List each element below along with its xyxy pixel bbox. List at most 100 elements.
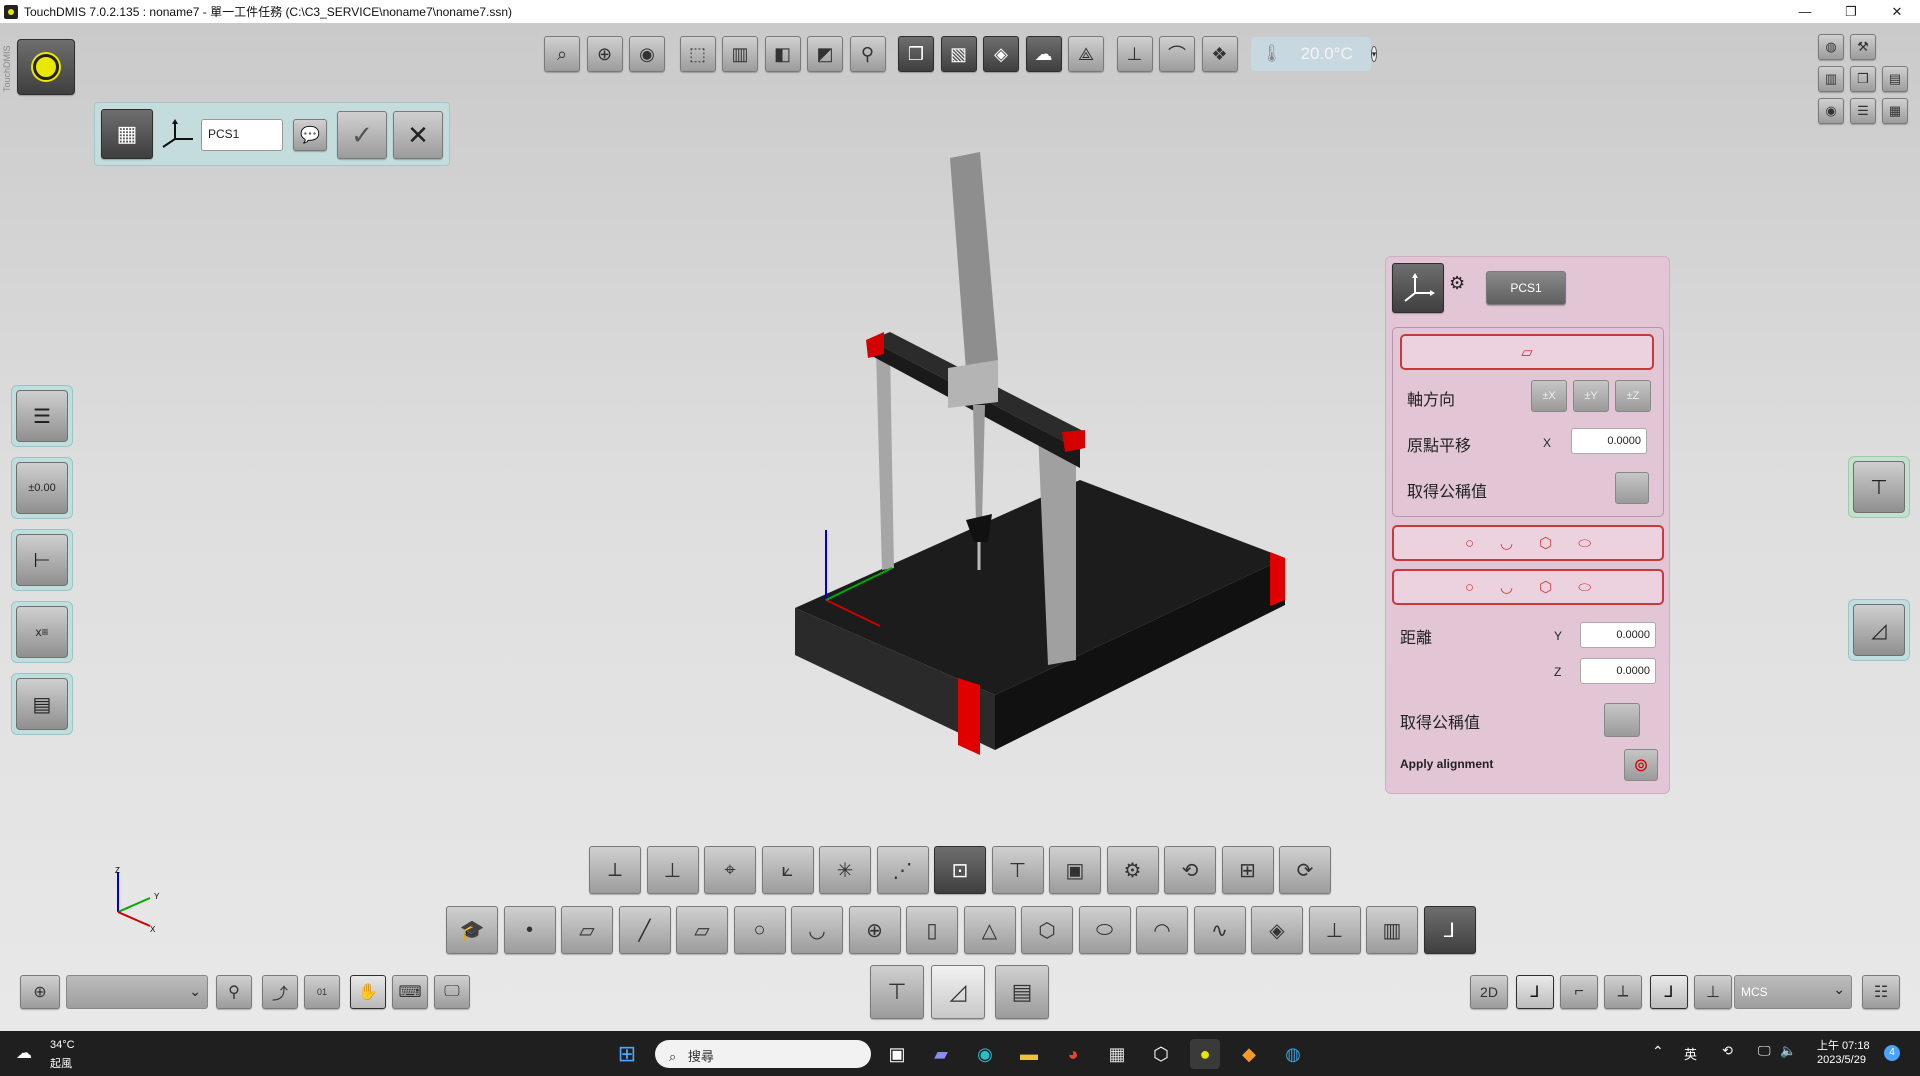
- plane-feature-button[interactable]: ▱: [561, 906, 613, 954]
- report-tool-button[interactable]: ▤: [995, 965, 1049, 1019]
- feature-select-row-2[interactable]: ○ ◡ ⬡ ⬭: [1392, 569, 1664, 605]
- slot-feature-button[interactable]: ⬭: [1078, 906, 1131, 954]
- view-pcs-button[interactable]: ⅃: [1516, 975, 1554, 1009]
- cancel-button[interactable]: ✕: [393, 111, 443, 159]
- recall-button[interactable]: ⟲: [1164, 846, 1216, 894]
- probe-tool-button[interactable]: ⊤: [870, 965, 924, 1019]
- eye-button[interactable]: ◉: [1818, 98, 1844, 124]
- alignment-axis-button[interactable]: [1392, 263, 1444, 313]
- side-xyz-button[interactable]: x≡: [11, 601, 73, 663]
- reset-alignment-button[interactable]: ⟳: [1279, 846, 1331, 894]
- view-mesh-button[interactable]: ⟁: [1068, 36, 1104, 72]
- cube-button[interactable]: ❒: [1850, 66, 1876, 92]
- confirm-button[interactable]: ✓: [337, 111, 387, 159]
- tray-chevron-icon[interactable]: ⌃: [1652, 1043, 1664, 1060]
- manual-mode-button[interactable]: ✋: [350, 975, 386, 1009]
- align-best-fit-button[interactable]: ✳: [819, 846, 871, 894]
- input-language[interactable]: 英: [1684, 1044, 1697, 1063]
- arm-button[interactable]: ⌒: [1159, 36, 1195, 72]
- coordinate-system-select[interactable]: MCS ⌄: [1734, 975, 1852, 1009]
- more-options-button[interactable]: ☷: [1862, 975, 1900, 1009]
- rotary-table-button[interactable]: ⊞: [1221, 846, 1274, 894]
- axis-gear-icon[interactable]: ⚙: [1449, 273, 1479, 303]
- temperature-display[interactable]: 🌡 20.0°C ▾: [1251, 37, 1378, 71]
- probe-qualify-button[interactable]: ⚲: [216, 975, 252, 1009]
- side-tree-button[interactable]: ⊢: [11, 529, 73, 591]
- touchdmis-taskbar-icon[interactable]: ●: [1190, 1039, 1220, 1069]
- view-multi-button[interactable]: ❖: [1201, 36, 1238, 72]
- edge-icon[interactable]: ◉: [970, 1039, 1000, 1069]
- torus-feature-button[interactable]: ◠: [1136, 906, 1188, 954]
- zoom-fit-button[interactable]: ⌕: [544, 36, 580, 72]
- plane-select-button[interactable]: ▱: [1400, 334, 1654, 370]
- file-explorer-icon[interactable]: ▬: [1014, 1039, 1044, 1069]
- measure-tool-button[interactable]: ◿: [931, 965, 985, 1019]
- view-probe-axis-button[interactable]: ⊥: [1694, 975, 1732, 1009]
- polygon-feature-button[interactable]: ⬡: [1021, 906, 1073, 954]
- line-feature-button[interactable]: ╱: [618, 906, 671, 954]
- right-probe-button[interactable]: ⊤: [1848, 456, 1910, 518]
- weather-icon[interactable]: ☁: [16, 1043, 32, 1063]
- app-orange-icon[interactable]: ◆: [1234, 1039, 1264, 1069]
- report-button[interactable]: ▦: [1882, 98, 1908, 124]
- notification-badge[interactable]: 4: [1884, 1045, 1900, 1061]
- view-mcs-button[interactable]: ⅃: [1650, 975, 1688, 1009]
- comment-button[interactable]: 💬: [293, 119, 327, 151]
- align-rotate-button[interactable]: ⟀: [761, 846, 814, 894]
- volume-icon[interactable]: 🔈: [1780, 1043, 1796, 1059]
- view-section-button[interactable]: ◩: [807, 36, 843, 72]
- view-wire-button[interactable]: ▧: [940, 36, 977, 72]
- network-icon[interactable]: 🖵: [1758, 1043, 1771, 1059]
- view-front-button[interactable]: ▥: [722, 36, 758, 72]
- axis-z-button[interactable]: ±Z: [1615, 380, 1651, 412]
- zoom-window-button[interactable]: ⊕: [586, 36, 623, 72]
- teams-icon[interactable]: ▰: [926, 1039, 956, 1069]
- get-nominal-button-1[interactable]: [1615, 472, 1649, 504]
- close-window-button[interactable]: ✕: [1874, 0, 1920, 23]
- probe-tip-select[interactable]: ⌄: [66, 975, 208, 1009]
- side-layout-button[interactable]: ▤: [11, 673, 73, 735]
- probe-view-button[interactable]: ⚲: [849, 36, 886, 72]
- settings-button[interactable]: ⚙: [1106, 846, 1159, 894]
- view-rotate-button[interactable]: ⟂: [1604, 975, 1642, 1009]
- view-side-button[interactable]: ◧: [764, 36, 801, 72]
- apply-alignment-button[interactable]: ⊚: [1624, 749, 1658, 781]
- view-cube-button[interactable]: ❒: [898, 36, 934, 72]
- view-eye-button[interactable]: ◉: [629, 36, 665, 72]
- wrench-button[interactable]: ⚒: [1850, 34, 1876, 60]
- teach-button[interactable]: 🎓: [446, 906, 498, 954]
- circle-feature-button[interactable]: ○: [733, 906, 786, 954]
- probe-column-button[interactable]: ⊤: [991, 846, 1044, 894]
- minimize-button[interactable]: —: [1782, 0, 1828, 23]
- get-nominal-button-2[interactable]: [1604, 703, 1640, 737]
- feature-select-row-1[interactable]: ○ ◡ ⬡ ⬭: [1392, 525, 1664, 561]
- gauge-button[interactable]: ▥: [1818, 66, 1844, 92]
- globe-button[interactable]: ◍: [1818, 34, 1844, 60]
- distance-y-input[interactable]: 0.0000: [1580, 622, 1656, 648]
- pcs-table-button[interactable]: ▦: [101, 109, 153, 159]
- view-align-button[interactable]: ⌐: [1560, 975, 1598, 1009]
- auto-mode-button[interactable]: ⌨: [392, 975, 428, 1009]
- axis-y-button[interactable]: ±Y: [1573, 380, 1609, 412]
- layout-button[interactable]: ▤: [1882, 66, 1908, 92]
- probe-select-button[interactable]: ⊕: [20, 975, 60, 1009]
- surfaces-feature-button[interactable]: ▥: [1366, 906, 1418, 954]
- task-view-icon[interactable]: ▣: [882, 1039, 912, 1069]
- cylinder-feature-button[interactable]: ▯: [906, 906, 958, 954]
- monitor-button[interactable]: 🖵: [434, 975, 470, 1009]
- probe-status-button[interactable]: [17, 39, 75, 95]
- distance-z-input[interactable]: 0.0000: [1580, 658, 1656, 684]
- sphere-feature-button[interactable]: ⊕: [848, 906, 901, 954]
- align-cloud-button[interactable]: ⋰: [876, 846, 929, 894]
- curve-feature-button[interactable]: ∿: [1193, 906, 1246, 954]
- view-2d-button[interactable]: 2D: [1470, 975, 1508, 1009]
- view-iso-button[interactable]: ⬚: [679, 36, 716, 72]
- list-button[interactable]: ☰: [1850, 98, 1876, 124]
- probe-touch-button[interactable]: ⊥: [1116, 36, 1153, 72]
- cmm-machine-3d-view[interactable]: [780, 150, 1300, 760]
- align-pcs-button[interactable]: ⊡: [934, 846, 986, 894]
- binary-button[interactable]: 01: [304, 975, 340, 1009]
- view-cloud-button[interactable]: ☁: [1025, 36, 1062, 72]
- taskbar-search[interactable]: ⌕ 搜尋: [655, 1040, 871, 1068]
- gauge-feature-button[interactable]: ⊥: [1308, 906, 1361, 954]
